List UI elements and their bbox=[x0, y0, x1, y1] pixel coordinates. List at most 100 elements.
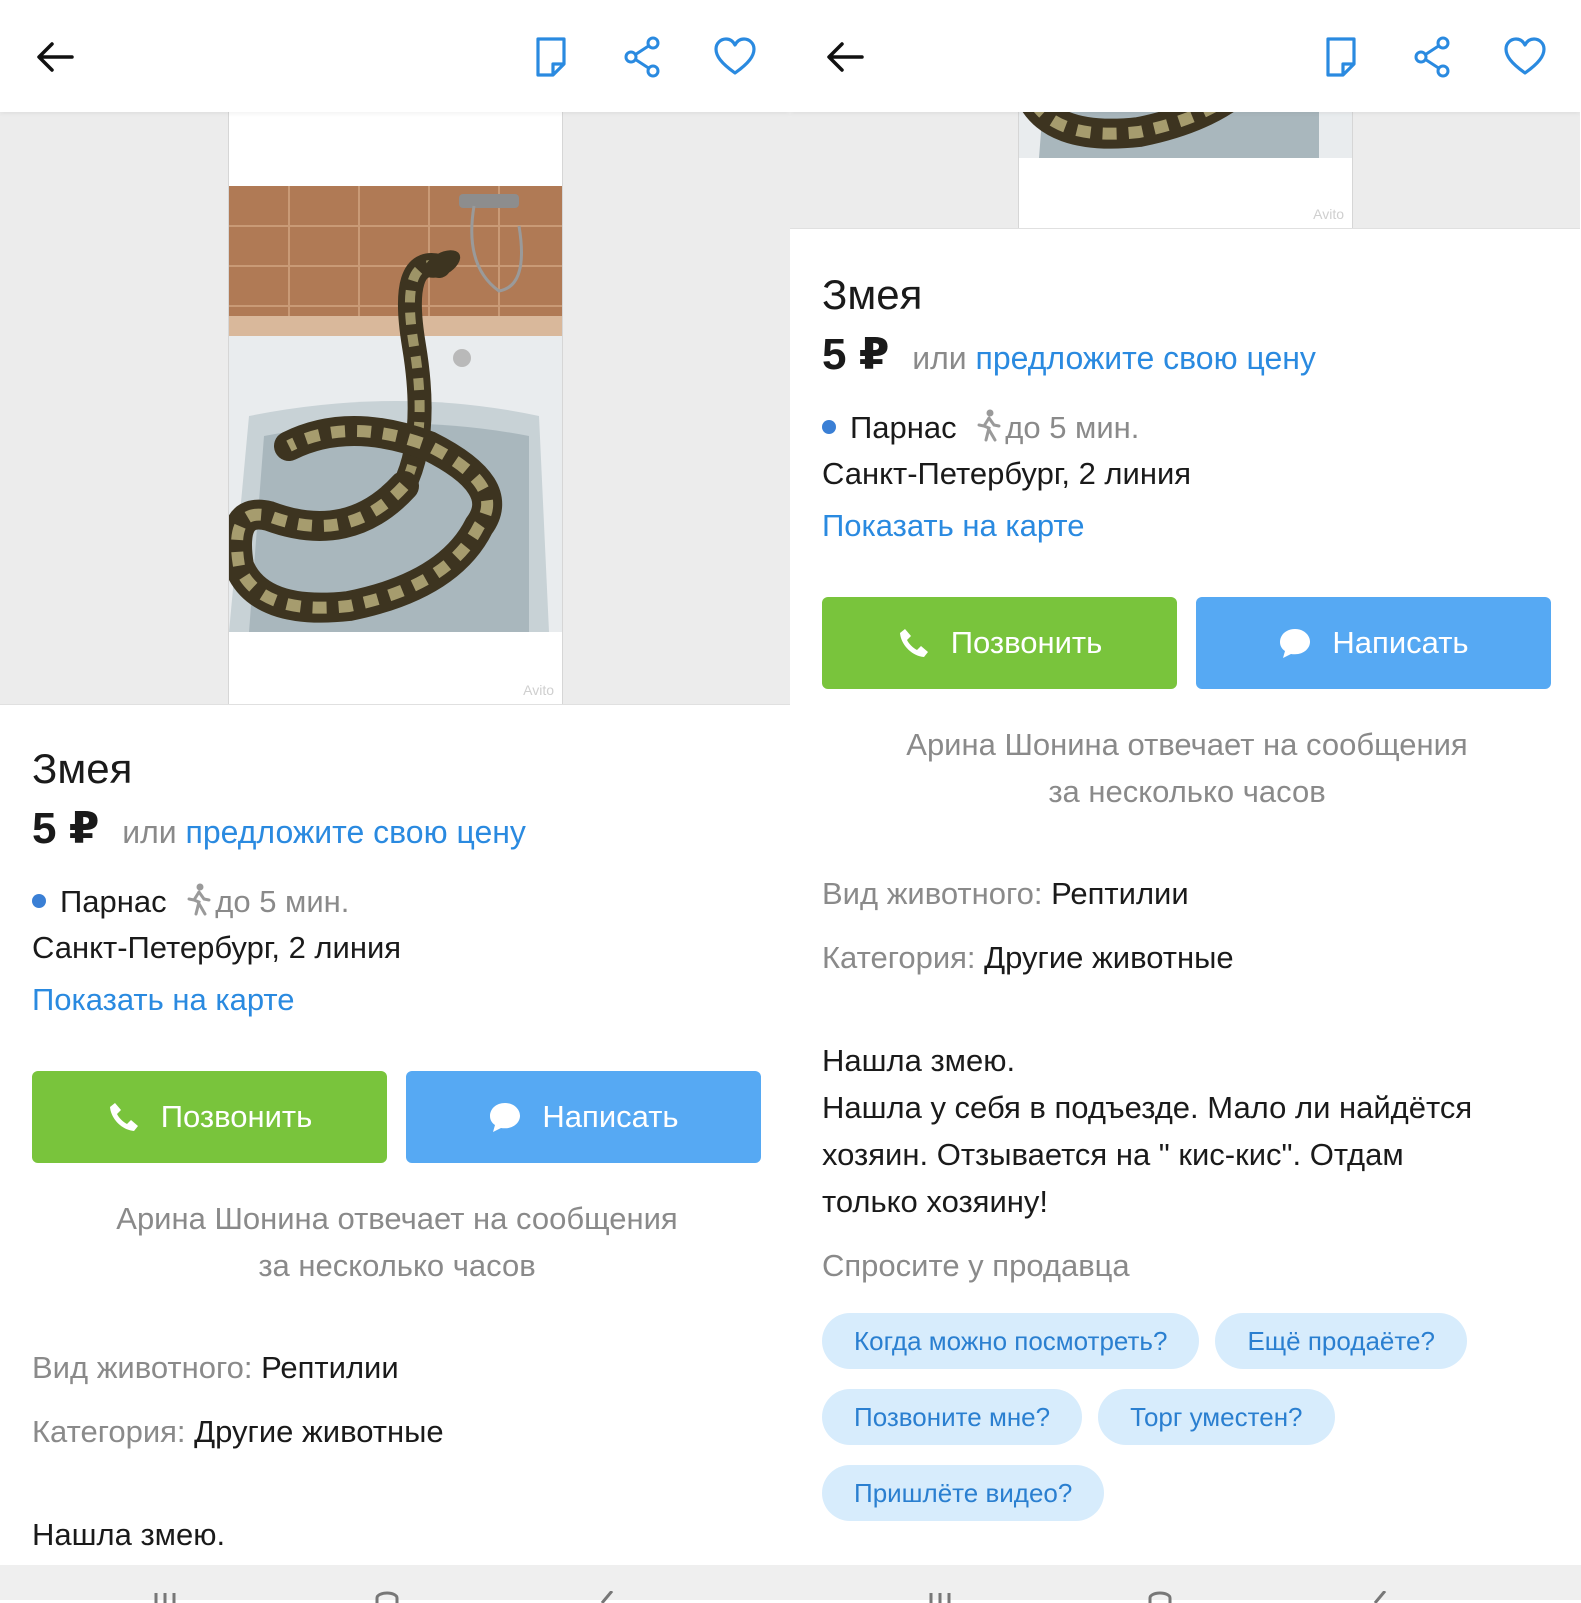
call-button-label: Позвонить bbox=[950, 625, 1103, 660]
photo-frame: Avito bbox=[228, 112, 563, 704]
call-button[interactable]: Позвонить bbox=[32, 1071, 387, 1163]
price: 5 ₽ bbox=[32, 804, 100, 853]
description-line: Нашла змею. bbox=[822, 1043, 1016, 1078]
back-arrow-icon[interactable] bbox=[32, 34, 78, 80]
listing-content: Змея 5 ₽ или предложите свою цену Парнас… bbox=[32, 742, 762, 1558]
param-animal-type: Вид животного: Рептилии bbox=[32, 1345, 762, 1391]
write-button-label: Написать bbox=[1332, 625, 1469, 660]
description: Нашла змею. bbox=[32, 1511, 762, 1558]
param-value: Другие животные bbox=[984, 940, 1234, 975]
question-chip[interactable]: Когда можно посмотреть? bbox=[822, 1313, 1200, 1369]
recent-apps-icon[interactable] bbox=[150, 1591, 180, 1603]
note-icon[interactable] bbox=[1318, 34, 1364, 80]
price-row: 5 ₽ или предложите свою цену bbox=[32, 806, 762, 855]
price: 5 ₽ bbox=[822, 330, 890, 379]
question-chip[interactable]: Торг уместен? bbox=[1098, 1389, 1335, 1445]
nav-back-icon[interactable] bbox=[1365, 1591, 1395, 1603]
nav-back-icon[interactable] bbox=[592, 1591, 622, 1603]
write-button[interactable]: Написать bbox=[406, 1071, 761, 1163]
note-icon[interactable] bbox=[528, 34, 574, 80]
recent-apps-icon[interactable] bbox=[925, 1591, 955, 1603]
quick-questions: Когда можно посмотреть? Ещё продаёте? Поз… bbox=[822, 1313, 1552, 1541]
walk-time: до 5 мин. bbox=[1005, 410, 1140, 445]
call-button[interactable]: Позвонить bbox=[822, 597, 1177, 689]
system-nav-bar bbox=[0, 1565, 1581, 1603]
snake-photo[interactable] bbox=[1019, 112, 1352, 158]
home-icon[interactable] bbox=[372, 1591, 402, 1603]
photo-frame: Avito bbox=[1018, 112, 1353, 228]
description-line: только хозяину! bbox=[822, 1184, 1049, 1219]
photo-gallery[interactable]: Avito bbox=[790, 112, 1580, 229]
metro-row: Парнас до 5 мин. bbox=[32, 879, 762, 925]
heart-icon[interactable] bbox=[1502, 34, 1548, 80]
description-line: хозяин. Отзывается на " кис-кис". Отдам bbox=[822, 1137, 1404, 1172]
price-or-text: или bbox=[912, 340, 967, 376]
walking-person-icon bbox=[975, 408, 1003, 442]
metro-line-dot bbox=[32, 894, 46, 908]
walk-time: до 5 мин. bbox=[215, 884, 350, 919]
listing-content: Змея 5 ₽ или предложите свою цену Парнас… bbox=[822, 268, 1552, 1541]
description: Нашла змею. Нашла у себя в подъезде. Мал… bbox=[822, 1037, 1552, 1225]
screen-right: Avito Змея 5 ₽ или предложите свою цену … bbox=[790, 0, 1580, 1565]
back-arrow-icon[interactable] bbox=[822, 34, 868, 80]
offer-price-link[interactable]: предложите свою цену bbox=[186, 814, 526, 850]
responds-line-2: за несколько часов bbox=[1048, 774, 1326, 809]
metro-line-dot bbox=[822, 420, 836, 434]
chat-bubble-icon bbox=[490, 1103, 521, 1132]
question-chip[interactable]: Ещё продаёте? bbox=[1215, 1313, 1467, 1369]
top-bar bbox=[0, 0, 790, 112]
chat-bubble-icon bbox=[1280, 629, 1311, 658]
avito-watermark: Avito bbox=[523, 682, 554, 698]
snake-photo[interactable] bbox=[229, 186, 562, 632]
walking-person-icon bbox=[185, 882, 213, 916]
listing-title: Змея bbox=[32, 745, 133, 792]
param-value: Другие животные bbox=[194, 1414, 444, 1449]
param-value: Рептилии bbox=[261, 1350, 399, 1385]
responds-line-2: за несколько часов bbox=[258, 1248, 536, 1283]
share-icon[interactable] bbox=[1410, 34, 1456, 80]
price-row: 5 ₽ или предложите свою цену bbox=[822, 332, 1552, 381]
two-screenshots: Avito Змея 5 ₽ или предложите свою цену … bbox=[0, 0, 1581, 1603]
metro-station: Парнас bbox=[60, 884, 167, 919]
ask-seller-title: Спросите у продавца bbox=[822, 1248, 1130, 1283]
write-button-label: Написать bbox=[542, 1099, 679, 1134]
responds-line-1: Арина Шонина отвечает на сообщения bbox=[906, 727, 1468, 762]
responds-line-1: Арина Шонина отвечает на сообщения bbox=[116, 1201, 678, 1236]
question-chip[interactable]: Пришлёте видео? bbox=[822, 1465, 1105, 1521]
action-buttons: Позвонить Написать bbox=[822, 597, 1552, 689]
address: Санкт-Петербург, 2 линия bbox=[32, 930, 402, 965]
metro-row: Парнас до 5 мин. bbox=[822, 405, 1552, 451]
param-key: Категория: bbox=[822, 940, 976, 975]
param-value: Рептилии bbox=[1051, 876, 1189, 911]
description-line: Нашла змею. bbox=[32, 1517, 226, 1552]
metro-station: Парнас bbox=[850, 410, 957, 445]
phone-icon bbox=[109, 1103, 138, 1131]
phone-icon bbox=[899, 629, 928, 657]
call-button-label: Позвонить bbox=[160, 1099, 313, 1134]
home-icon[interactable] bbox=[1145, 1591, 1175, 1603]
param-animal-type: Вид животного: Рептилии bbox=[822, 871, 1552, 917]
param-key: Вид животного: bbox=[32, 1350, 253, 1385]
description-line: Нашла у себя в подъезде. Мало ли найдётс… bbox=[822, 1090, 1473, 1125]
question-chip[interactable]: Позвоните мне? bbox=[822, 1389, 1083, 1445]
listing-title: Змея bbox=[822, 271, 923, 318]
param-category: Категория: Другие животные bbox=[822, 935, 1552, 981]
seller-response-time: Арина Шонина отвечает на сообщения за не… bbox=[822, 721, 1552, 815]
screen-left: Avito Змея 5 ₽ или предложите свою цену … bbox=[0, 0, 790, 1565]
show-on-map-link[interactable]: Показать на карте bbox=[822, 503, 1552, 549]
heart-icon[interactable] bbox=[712, 34, 758, 80]
seller-response-time: Арина Шонина отвечает на сообщения за не… bbox=[32, 1195, 762, 1289]
top-bar bbox=[790, 0, 1580, 112]
offer-price-link[interactable]: предложите свою цену bbox=[976, 340, 1316, 376]
photo-gallery[interactable]: Avito bbox=[0, 112, 790, 705]
price-or-text: или bbox=[122, 814, 177, 850]
param-category: Категория: Другие животные bbox=[32, 1409, 762, 1455]
address: Санкт-Петербург, 2 линия bbox=[822, 456, 1192, 491]
write-button[interactable]: Написать bbox=[1196, 597, 1551, 689]
action-buttons: Позвонить Написать bbox=[32, 1071, 762, 1163]
share-icon[interactable] bbox=[620, 34, 666, 80]
avito-watermark: Avito bbox=[1313, 206, 1344, 222]
param-key: Категория: bbox=[32, 1414, 186, 1449]
show-on-map-link[interactable]: Показать на карте bbox=[32, 977, 762, 1023]
param-key: Вид животного: bbox=[822, 876, 1043, 911]
